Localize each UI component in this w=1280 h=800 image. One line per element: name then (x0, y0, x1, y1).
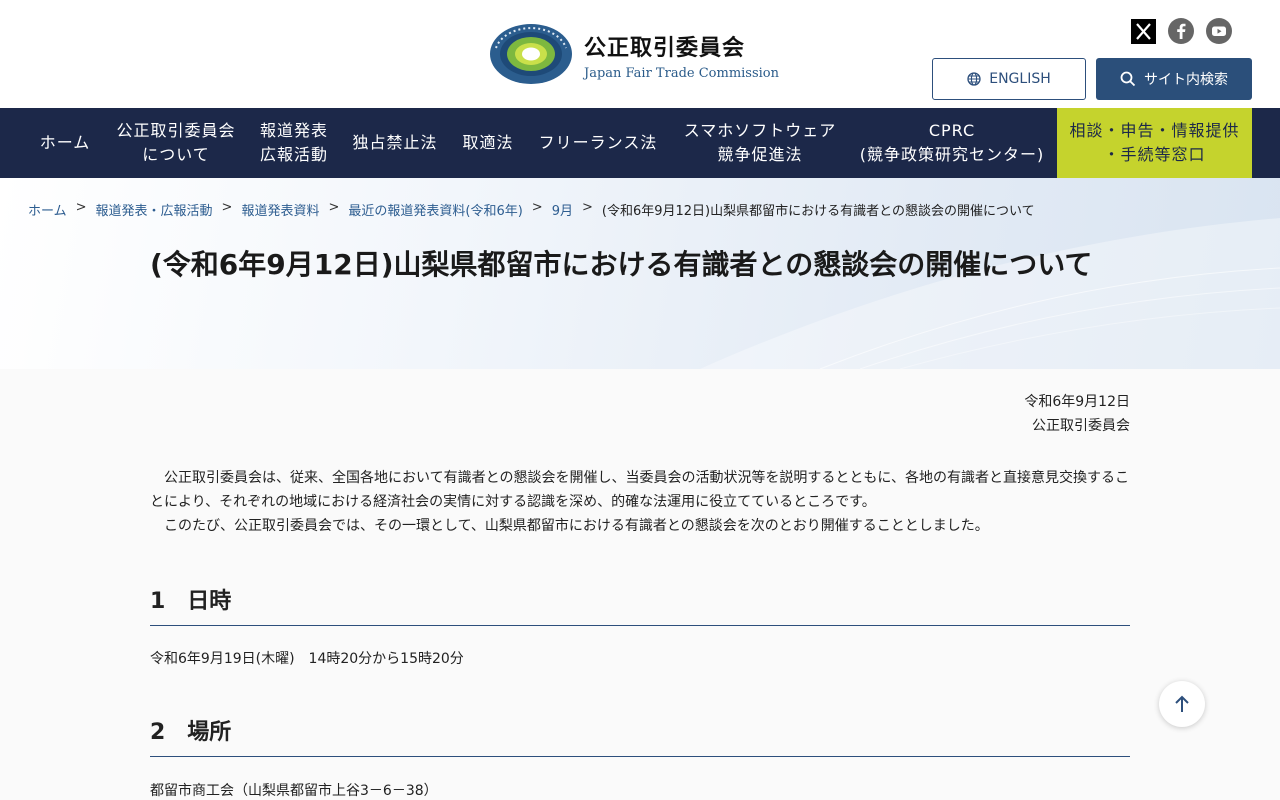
youtube-icon[interactable] (1206, 18, 1232, 44)
breadcrumb-home[interactable]: ホーム (28, 200, 67, 219)
nav-cprc[interactable]: CPRC (競争政策研究センター) (854, 108, 1050, 178)
section-heading-datetime: 1 日時 (150, 583, 1130, 626)
nav-about-label: 公正取引委員会 (116, 121, 236, 140)
release-issuer: 公正取引委員会 (1032, 418, 1130, 434)
section-text-datetime: 令和6年9月19日(木曜) 14時20分から15時20分 (150, 651, 464, 667)
english-button[interactable]: ENGLISH (932, 58, 1086, 100)
nav-home[interactable]: ホーム (26, 108, 104, 178)
nav-press[interactable]: 報道発表 広報活動 (250, 108, 338, 178)
org-name: 公正取引委員会 (584, 36, 746, 61)
nav-freelance[interactable]: フリーランス法 (530, 108, 666, 178)
breadcrumb-separator: > (581, 200, 593, 215)
section-text-venue: 都留市商工会（山梨県都留市上谷3－6－38） (150, 783, 438, 799)
nav-subcontract-label: 取適法 (462, 133, 514, 152)
nav-smartphone-label-2: 競争促進法 (717, 145, 803, 164)
breadcrumb-separator: > (328, 200, 340, 215)
intro-paragraph: 公正取引委員会は、従来、全国各地において有識者との懇談会を開催し、当委員会の活動… (150, 470, 1130, 510)
page-title: (令和6年9月12日)山梨県都留市における有識者との懇談会の開催について (150, 248, 1093, 281)
arrow-up-icon (1175, 695, 1189, 712)
nav-press-label-2: 広報活動 (259, 145, 328, 164)
breadcrumb-current: (令和6年9月12日)山梨県都留市における有識者との懇談会の開催について (601, 204, 1035, 219)
nav-about-label-2: について (142, 145, 210, 164)
english-label: ENGLISH (989, 71, 1051, 87)
nav-freelance-label: フリーランス法 (538, 133, 658, 152)
nav-antimonopoly-label: 独占禁止法 (352, 133, 438, 152)
nav-consultation-label: 相談・申告・情報提供 (1069, 121, 1240, 140)
breadcrumb-separator: > (221, 200, 233, 215)
breadcrumb-press[interactable]: 報道発表・広報活動 (96, 200, 213, 219)
breadcrumb-press-materials[interactable]: 報道発表資料 (241, 200, 319, 219)
nav-subcontract[interactable]: 取適法 (456, 108, 520, 178)
section-heading-venue: 2 場所 (150, 714, 1130, 757)
globe-icon (967, 72, 981, 86)
x-icon[interactable] (1130, 18, 1156, 44)
nav-smartphone[interactable]: スマホソフトウェア 競争促進法 (676, 108, 844, 178)
nav-about[interactable]: 公正取引委員会 について (108, 108, 244, 178)
breadcrumb-separator: > (531, 200, 543, 215)
search-label: サイト内検索 (1144, 72, 1228, 88)
nav-consultation-label-2: ・手続等窓口 (1103, 145, 1206, 164)
back-to-top-button[interactable] (1159, 681, 1205, 727)
release-date: 令和6年9月12日 (1024, 394, 1130, 410)
breadcrumb: ホーム > 報道発表・広報活動 > 報道発表資料 > 最近の報道発表資料(令和6年) >… (28, 200, 1035, 219)
breadcrumb-recent[interactable]: 最近の報道発表資料(令和6年) (348, 200, 522, 219)
intro-text: 公正取引委員会は、従来、全国各地において有識者との懇談会を開催し、当委員会の活動… (150, 466, 1130, 538)
nav-smartphone-label: スマホソフトウェア (683, 121, 837, 140)
facebook-icon[interactable] (1168, 18, 1194, 44)
nav-home-label: ホーム (39, 133, 91, 152)
jftc-logo[interactable] (488, 22, 574, 86)
breadcrumb-separator: > (75, 200, 87, 215)
org-name-en: Japan Fair Trade Commission (584, 66, 779, 81)
site-header: 公正取引委員会 Japan Fair Trade Commission ENGL… (0, 0, 1280, 108)
breadcrumb-september[interactable]: 9月 (552, 200, 573, 219)
nav-cprc-label: CPRC (928, 121, 976, 140)
nav-cprc-label-2: (競争政策研究センター) (859, 145, 1045, 164)
release-info: 令和6年9月12日 公正取引委員会 (1024, 390, 1130, 438)
nav-antimonopoly[interactable]: 独占禁止法 (346, 108, 444, 178)
intro-paragraph: このたび、公正取引委員会では、その一環として、山梨県都留市における有識者との懇談… (164, 518, 989, 534)
nav-press-label: 報道発表 (259, 121, 328, 140)
search-icon (1120, 71, 1136, 87)
nav-consultation[interactable]: 相談・申告・情報提供 ・手続等窓口 (1057, 108, 1252, 178)
site-search-button[interactable]: サイト内検索 (1096, 58, 1252, 100)
